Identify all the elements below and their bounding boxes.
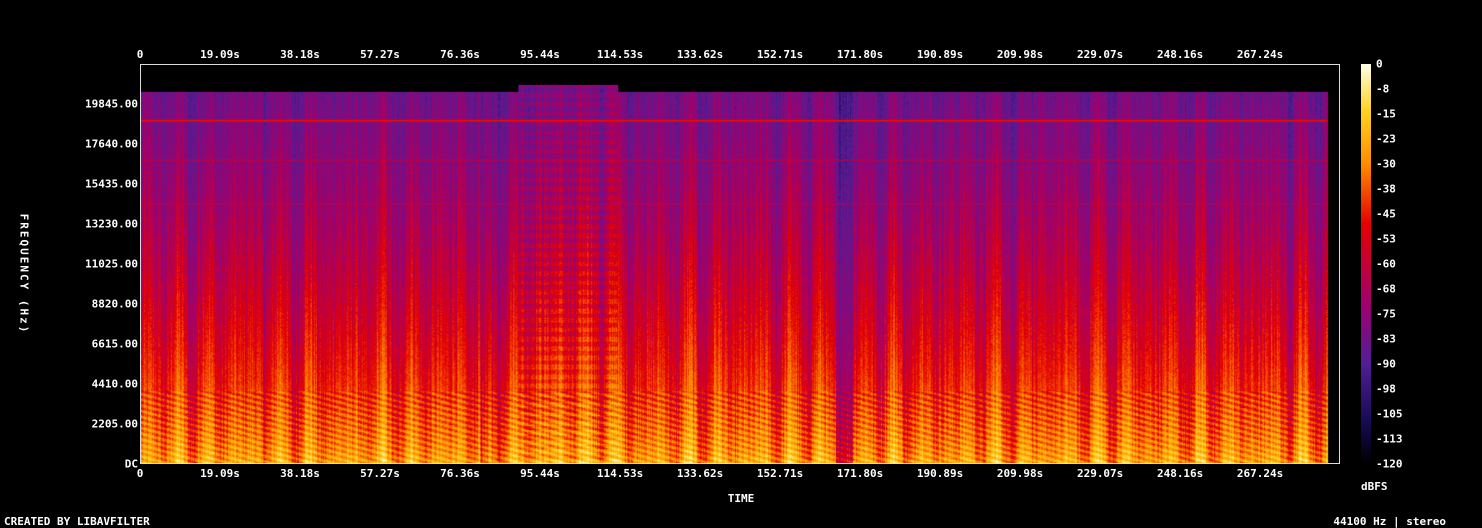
x-tick-label-bottom: 76.36s	[440, 467, 480, 480]
x-tick-label-bottom: 133.62s	[676, 467, 724, 480]
x-tick-label-bottom: 248.16s	[1156, 467, 1204, 480]
y-tick-label: 17640.00	[85, 137, 138, 151]
x-tick-label-top: 76.36s	[440, 48, 480, 61]
spectrogram-canvas	[141, 65, 1339, 463]
colorbar-tick-label: -90	[1376, 357, 1396, 371]
x-tick-label-bottom: 114.53s	[596, 467, 644, 480]
colorbar-tick-label: -53	[1376, 232, 1396, 246]
y-axis-label: FREQUENCY (Hz)	[17, 213, 31, 335]
colorbar-tick-label: -68	[1376, 282, 1396, 296]
spectrogram-plot	[140, 64, 1340, 464]
colorbar-tick-label: -120	[1376, 457, 1403, 471]
colorbar-tick-label: -105	[1376, 407, 1403, 421]
y-tick-label: 13230.00	[85, 217, 138, 231]
y-tick-label: 11025.00	[85, 257, 138, 271]
colorbar-tick-label: -23	[1376, 132, 1396, 146]
x-tick-label-top: 229.07s	[1076, 48, 1124, 61]
x-tick-label-top: 267.24s	[1236, 48, 1284, 61]
colorbar-tick-label: -60	[1376, 257, 1396, 271]
y-tick-label: 6615.00	[91, 337, 138, 351]
colorbar-tick-label: -15	[1376, 107, 1396, 121]
x-tick-label-bottom: 152.71s	[756, 467, 804, 480]
colorbar-tick-label: -83	[1376, 332, 1396, 346]
colorbar-tick-label: -45	[1376, 207, 1396, 221]
y-tick-label: 15435.00	[85, 177, 138, 191]
x-tick-label-top: 171.80s	[836, 48, 884, 61]
colorbar-tick-label: -113	[1376, 432, 1403, 446]
x-tick-label-top: 38.18s	[280, 48, 320, 61]
x-axis-label: TIME	[727, 492, 755, 505]
x-tick-label-top: 0	[136, 48, 144, 61]
footer-credit: CREATED BY LIBAVFILTER	[4, 515, 150, 528]
x-tick-label-bottom: 171.80s	[836, 467, 884, 480]
x-tick-label-top: 133.62s	[676, 48, 724, 61]
x-tick-label-top: 19.09s	[200, 48, 240, 61]
colorbar-tick-label: -30	[1376, 157, 1396, 171]
x-tick-label-bottom: 267.24s	[1236, 467, 1284, 480]
y-tick-label: 4410.00	[91, 377, 138, 391]
x-tick-label-bottom: 19.09s	[200, 467, 240, 480]
colorbar-tick-label: 0	[1376, 57, 1383, 71]
x-tick-label-top: 209.98s	[996, 48, 1044, 61]
x-tick-label-top: 190.89s	[916, 48, 964, 61]
y-tick-label: DC	[124, 457, 138, 471]
x-tick-label-bottom: 38.18s	[280, 467, 320, 480]
y-tick-label: 8820.00	[91, 297, 138, 311]
x-tick-label-bottom: 229.07s	[1076, 467, 1124, 480]
x-tick-label-top: 57.27s	[360, 48, 400, 61]
x-tick-label-bottom: 209.98s	[996, 467, 1044, 480]
x-tick-label-bottom: 95.44s	[520, 467, 560, 480]
colorbar-tick-label: -98	[1376, 382, 1396, 396]
y-tick-label: 19845.00	[85, 97, 138, 111]
x-tick-label-top: 248.16s	[1156, 48, 1204, 61]
colorbar-unit-label: dBFS	[1361, 480, 1388, 493]
x-tick-label-top: 95.44s	[520, 48, 560, 61]
colorbar-tick-label: -75	[1376, 307, 1396, 321]
colorbar-tick-label: -38	[1376, 182, 1396, 196]
footer-format: 44100 Hz | stereo	[1333, 515, 1446, 528]
x-tick-label-top: 114.53s	[596, 48, 644, 61]
x-tick-label-bottom: 190.89s	[916, 467, 964, 480]
colorbar-tick-label: -8	[1376, 82, 1390, 96]
x-tick-label-bottom: 57.27s	[360, 467, 400, 480]
colorbar	[1361, 64, 1371, 464]
y-tick-label: 2205.00	[91, 417, 138, 431]
x-tick-label-top: 152.71s	[756, 48, 804, 61]
